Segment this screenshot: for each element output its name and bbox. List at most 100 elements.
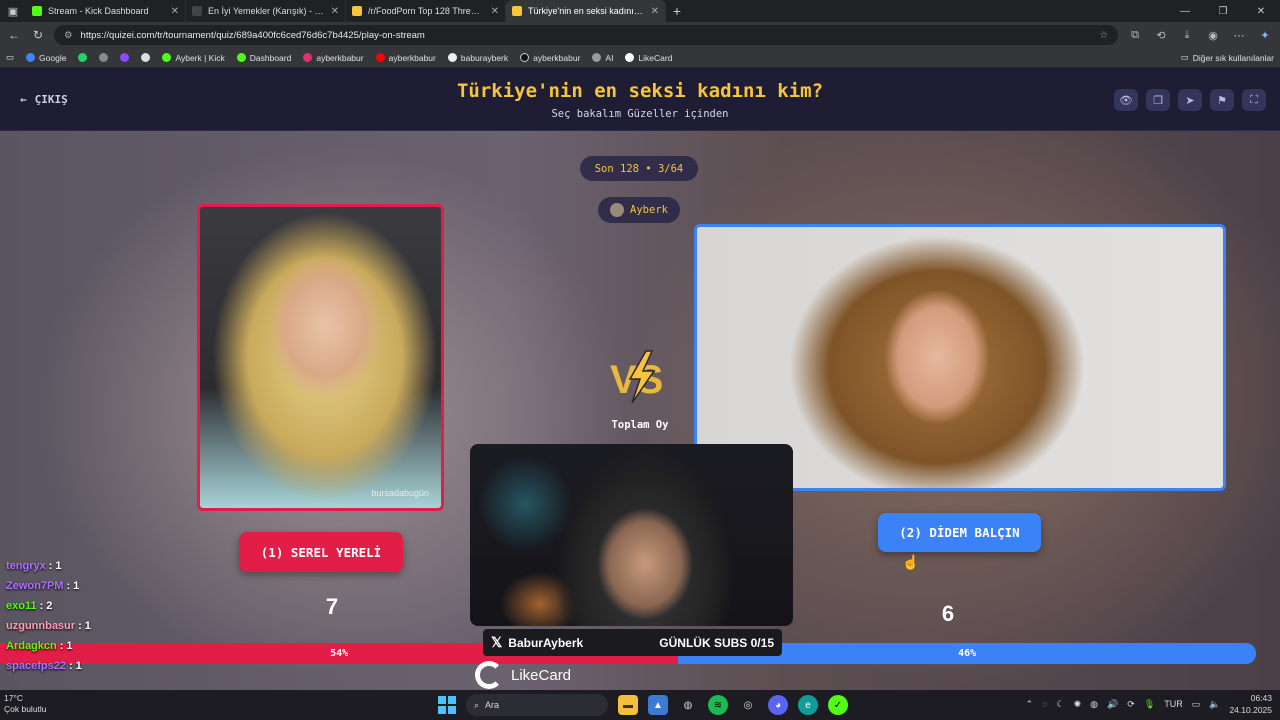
- kick-app-icon[interactable]: ✓: [828, 695, 848, 715]
- edge-icon[interactable]: e: [798, 695, 818, 715]
- list-item: Zewon7PM:1: [6, 580, 80, 592]
- start-button[interactable]: [438, 696, 456, 714]
- more-menu-icon[interactable]: ⋯: [1230, 29, 1248, 42]
- display-icon[interactable]: ▭: [1192, 699, 1201, 710]
- file-explorer-icon[interactable]: ▬: [618, 695, 638, 715]
- bookmark-whatsapp[interactable]: [78, 53, 88, 62]
- chat-user: spacefps22: [6, 660, 66, 672]
- other-bookmarks[interactable]: ▭ Diğer sık kullanılanlar: [1181, 52, 1274, 63]
- share-icon[interactable]: ➤: [1178, 89, 1202, 111]
- kick-icon: [162, 53, 172, 62]
- contestant-1-image[interactable]: bursadabugün: [197, 204, 444, 511]
- folder-icon: ▭: [1180, 52, 1189, 62]
- tab-quizei-food[interactable]: En İyi Yemekler (Karışık) - Quizei ✕: [186, 0, 346, 22]
- youtube-icon: [375, 53, 385, 62]
- steam-icon[interactable]: ◍: [678, 695, 698, 715]
- streamer-badge: Ayberk: [598, 197, 680, 223]
- chat-user: uzgunnbasur: [6, 620, 76, 632]
- chevron-up-icon[interactable]: ⌃: [1026, 699, 1034, 710]
- bookmark-misc[interactable]: [141, 53, 151, 62]
- bookmark-ayberk-kick[interactable]: Ayberk | Kick: [162, 53, 225, 63]
- bookmark-likecard[interactable]: LikeCard: [625, 53, 672, 63]
- obs-icon[interactable]: ◎: [738, 695, 758, 715]
- photos-icon[interactable]: ▲: [648, 695, 668, 715]
- steam-tray-icon[interactable]: ◍: [1090, 699, 1098, 710]
- quizei-icon: [192, 6, 202, 16]
- bookmark-star-icon[interactable]: ☆: [1099, 30, 1108, 41]
- copy-icon[interactable]: ❐: [1146, 89, 1170, 111]
- tray-app-icon[interactable]: ◌: [1042, 699, 1047, 709]
- taskbar-clock[interactable]: 06:43 24.10.2025: [1229, 692, 1272, 716]
- sponsor-name: LikeCard: [511, 666, 572, 684]
- weather-widget[interactable]: 17°C Çok bulutlu: [4, 693, 47, 715]
- back-icon[interactable]: ←: [6, 28, 22, 42]
- chat-vote: 1: [75, 660, 82, 672]
- download-icon[interactable]: ⤓: [1178, 29, 1196, 42]
- new-tab-button[interactable]: +: [666, 3, 688, 19]
- eye-icon[interactable]: 👁: [1114, 89, 1138, 111]
- bookmark-ai[interactable]: AI: [592, 53, 613, 63]
- vote-option-2-button[interactable]: (2) DİDEM BALÇIN: [878, 513, 1041, 552]
- sync-icon[interactable]: ⟳: [1127, 699, 1135, 710]
- reload-icon[interactable]: ↻: [30, 28, 46, 42]
- tab-kick-dashboard[interactable]: Stream - Kick Dashboard ✕: [26, 0, 186, 22]
- chat-vote-list: tengryx:1 Zewon7PM:1 exo11:2 uzgunnbasur…: [6, 556, 156, 676]
- bookmark-google-2[interactable]: [99, 53, 109, 62]
- list-item: uzgunnbasur:1: [6, 620, 91, 632]
- tray-app-icon[interactable]: ✺: [1074, 699, 1082, 710]
- daily-subs-counter: GÜNLÜK SUBS 0/15: [659, 635, 774, 650]
- fullscreen-icon[interactable]: ⛶: [1242, 89, 1266, 111]
- page-title: Türkiye'nin en seksi kadını kim?: [456, 80, 824, 102]
- site-info-icon[interactable]: ⚙: [64, 30, 73, 41]
- bookmark-youtube[interactable]: ayberkbabur: [375, 53, 436, 63]
- speaker-icon[interactable]: 🔈: [1209, 699, 1220, 710]
- language-indicator[interactable]: TUR: [1164, 699, 1183, 709]
- system-tray: ⌃ ◌ ☾ ✺ ◍ 🔊 ⟳ 🎙 TUR ▭ 🔈 06:43 24.10.2025: [1026, 692, 1272, 716]
- tab-actions-icon[interactable]: ▣: [0, 0, 26, 22]
- address-bar-row: ← ↻ ⚙ https://quizei.com/tr/tournament/q…: [0, 22, 1280, 48]
- profile-icon[interactable]: ◉: [1204, 29, 1222, 42]
- close-tab-icon[interactable]: ✕: [651, 6, 659, 17]
- url-field[interactable]: ⚙ https://quizei.com/tr/tournament/quiz/…: [54, 25, 1118, 45]
- vote-option-1-button[interactable]: (1) SEREL YERELİ: [239, 532, 403, 572]
- copilot-icon[interactable]: ✦: [1256, 29, 1274, 42]
- clock-time: 06:43: [1250, 693, 1272, 703]
- page-subtitle: Seç bakalım Güzeller içinden: [551, 108, 729, 120]
- bookmark-dashboard[interactable]: Dashboard: [236, 53, 291, 63]
- history-icon[interactable]: ⟲: [1152, 29, 1170, 42]
- twitch-icon: [120, 53, 130, 62]
- extensions-icon[interactable]: ⧉: [1126, 29, 1144, 42]
- close-tab-icon[interactable]: ✕: [171, 6, 179, 17]
- tray-app-icon[interactable]: ☾: [1057, 699, 1065, 710]
- bookmark-instagram[interactable]: ayberkbabur: [303, 53, 364, 63]
- chat-user: exo11: [6, 600, 37, 612]
- mic-icon[interactable]: 🎙: [1144, 699, 1155, 710]
- bookmark-google[interactable]: Google: [26, 53, 66, 63]
- tab-active-quiz[interactable]: Türkiye'nin en seksi kadını kim? ✕: [506, 0, 666, 22]
- bookmark-twitch[interactable]: [120, 53, 130, 62]
- discord-icon[interactable]: ◕: [768, 695, 788, 715]
- flag-icon[interactable]: ⚑: [1210, 89, 1234, 111]
- volume-icon[interactable]: 🔊: [1107, 699, 1118, 710]
- tab-foodporn[interactable]: /r/FoodPorn Top 128 Threads Sho ✕: [346, 0, 506, 22]
- browser-tab-strip: ▣ Stream - Kick Dashboard ✕ En İyi Yemek…: [0, 0, 1280, 22]
- url-text: https://quizei.com/tr/tournament/quiz/68…: [80, 29, 425, 41]
- taskbar-search[interactable]: ⌕ Ara: [466, 694, 608, 716]
- bookmark-tiktok[interactable]: ayberkbabur: [520, 53, 580, 63]
- minimize-icon[interactable]: —: [1166, 6, 1204, 17]
- close-tab-icon[interactable]: ✕: [491, 6, 499, 17]
- quizei-icon: [512, 6, 522, 16]
- diamond-icon: [141, 53, 151, 62]
- close-tab-icon[interactable]: ✕: [331, 6, 339, 17]
- quizei-icon: [352, 6, 362, 16]
- tab-label: Türkiye'nin en seksi kadını kim?: [528, 6, 645, 16]
- list-item: exo11:2: [6, 600, 53, 612]
- x-icon: 𝕏: [491, 634, 503, 650]
- bookmark-x[interactable]: baburayberk: [447, 53, 508, 63]
- avatar: [610, 203, 625, 217]
- restore-icon[interactable]: ❐: [1204, 6, 1242, 17]
- sidebar-toggle-icon[interactable]: ▭: [6, 52, 14, 63]
- close-window-icon[interactable]: ✕: [1242, 6, 1280, 17]
- chat-vote: 1: [84, 620, 91, 632]
- spotify-icon[interactable]: ≋: [708, 695, 728, 715]
